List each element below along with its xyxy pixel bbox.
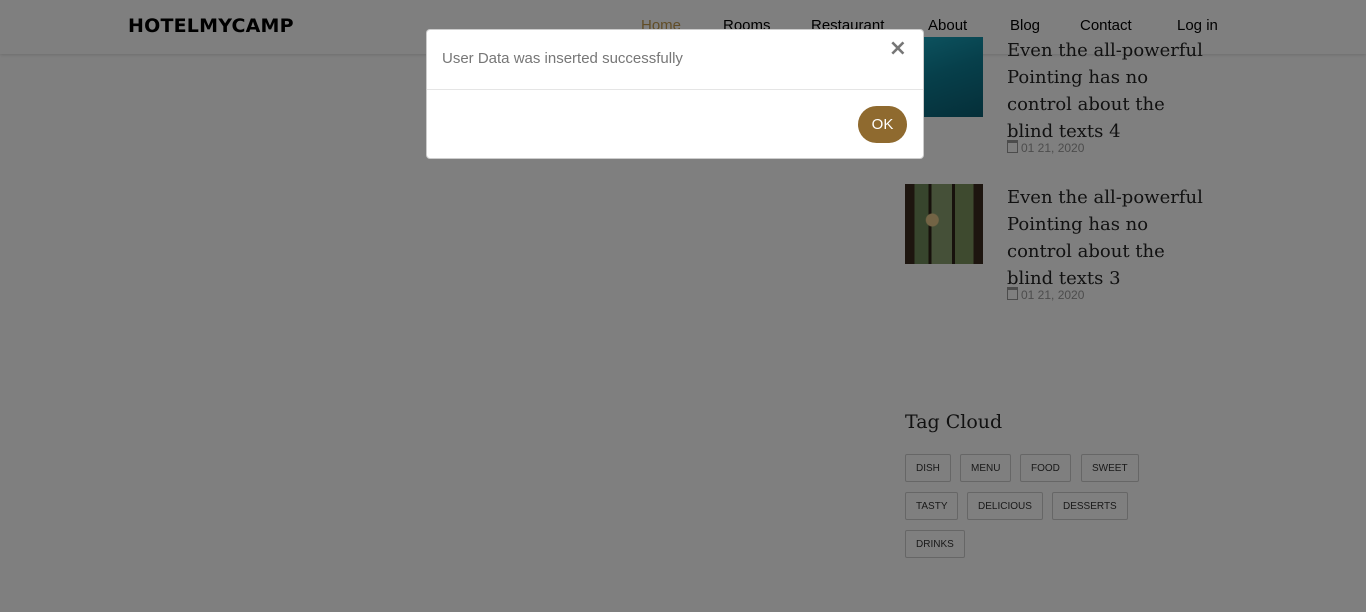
success-dialog: User Data was inserted successfully × OK: [426, 29, 924, 159]
dialog-body: User Data was inserted successfully ×: [427, 30, 923, 90]
dialog-message: User Data was inserted successfully: [442, 50, 683, 67]
close-icon[interactable]: ×: [889, 36, 907, 61]
ok-button[interactable]: OK: [858, 106, 907, 143]
